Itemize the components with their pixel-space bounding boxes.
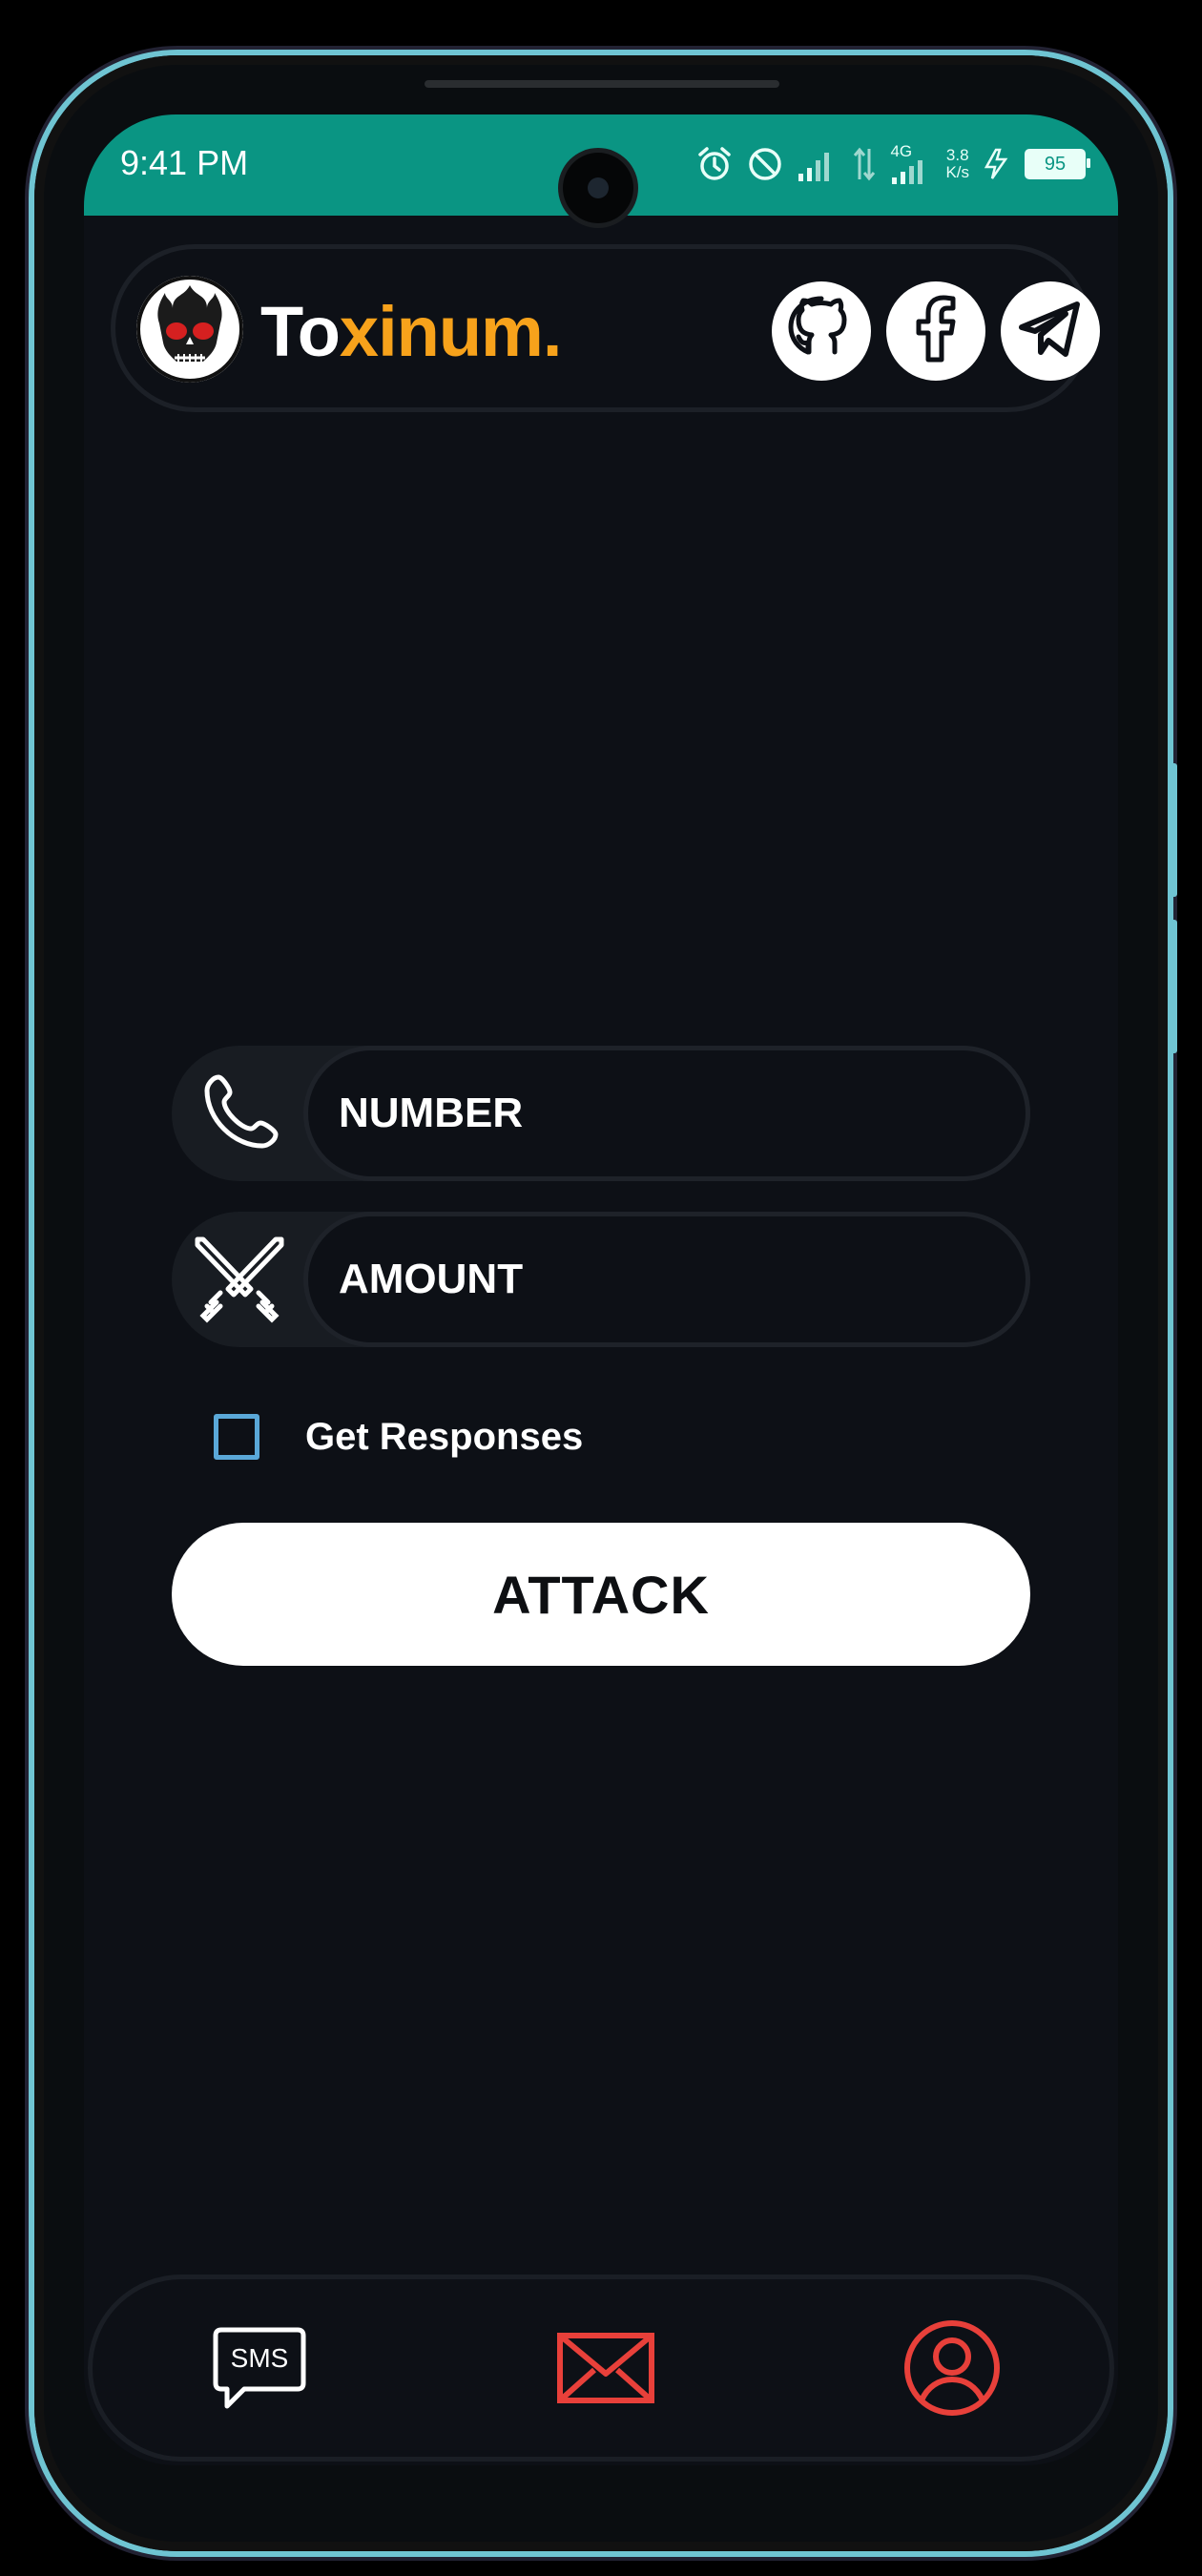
number-field: NUMBER xyxy=(172,1046,1030,1181)
status-icons: 4G 3.8 K/s 95 xyxy=(695,137,1090,191)
do-not-disturb-icon xyxy=(747,146,783,182)
facebook-icon xyxy=(898,291,974,372)
amount-input[interactable]: AMOUNT xyxy=(303,1212,1030,1347)
telegram-icon xyxy=(1012,291,1088,372)
get-responses-checkbox[interactable] xyxy=(214,1414,259,1460)
phone-icon xyxy=(193,1067,286,1160)
data-transfer-icon xyxy=(852,145,877,183)
get-responses-label: Get Responses xyxy=(305,1415,584,1458)
nav-profile[interactable] xyxy=(900,2317,1005,2422)
app-screen: 9:41 PM 4G 3.8 K/s 95 Toxinum. NUMBER AM… xyxy=(84,114,1118,2465)
sms-icon-label: SMS xyxy=(230,2343,289,2373)
signal-icon xyxy=(797,145,839,183)
speed-unit: K/s xyxy=(945,163,969,181)
bottom-nav: SMS xyxy=(88,2275,1114,2462)
facebook-button[interactable] xyxy=(886,281,985,381)
crossed-swords-icon xyxy=(193,1233,286,1326)
amount-field: AMOUNT xyxy=(172,1212,1030,1347)
github-icon xyxy=(783,291,860,372)
skull-logo-icon xyxy=(136,276,243,383)
get-responses-row: Get Responses xyxy=(214,1408,583,1465)
signal-4g-icon: 4G xyxy=(890,143,932,185)
sms-icon: SMS xyxy=(212,2324,307,2416)
network-speed: 3.8 K/s xyxy=(945,147,969,181)
charging-icon xyxy=(983,148,1011,180)
power-button xyxy=(1168,920,1177,1053)
volume-button xyxy=(1168,763,1177,897)
nav-mail[interactable] xyxy=(553,2317,658,2422)
profile-icon xyxy=(902,2318,1002,2422)
battery-indicator: 95 xyxy=(1025,149,1090,179)
github-button[interactable] xyxy=(772,281,871,381)
nav-sms[interactable]: SMS xyxy=(207,2317,312,2422)
brand-part1: To xyxy=(260,292,341,371)
header-card: Toxinum. xyxy=(111,244,1100,412)
alarm-icon xyxy=(695,145,734,183)
speed-value: 3.8 xyxy=(945,146,969,164)
number-input[interactable]: NUMBER xyxy=(303,1046,1030,1181)
network-type: 4G xyxy=(890,142,913,160)
front-camera xyxy=(563,153,633,223)
app-brand: Toxinum. xyxy=(260,291,562,372)
status-time: 9:41 PM xyxy=(120,143,249,182)
speaker-grille xyxy=(425,80,779,88)
mail-icon xyxy=(556,2332,655,2409)
attack-button[interactable]: ATTACK xyxy=(172,1523,1030,1666)
brand-part2: xinum. xyxy=(339,292,562,371)
telegram-button[interactable] xyxy=(1001,281,1100,381)
